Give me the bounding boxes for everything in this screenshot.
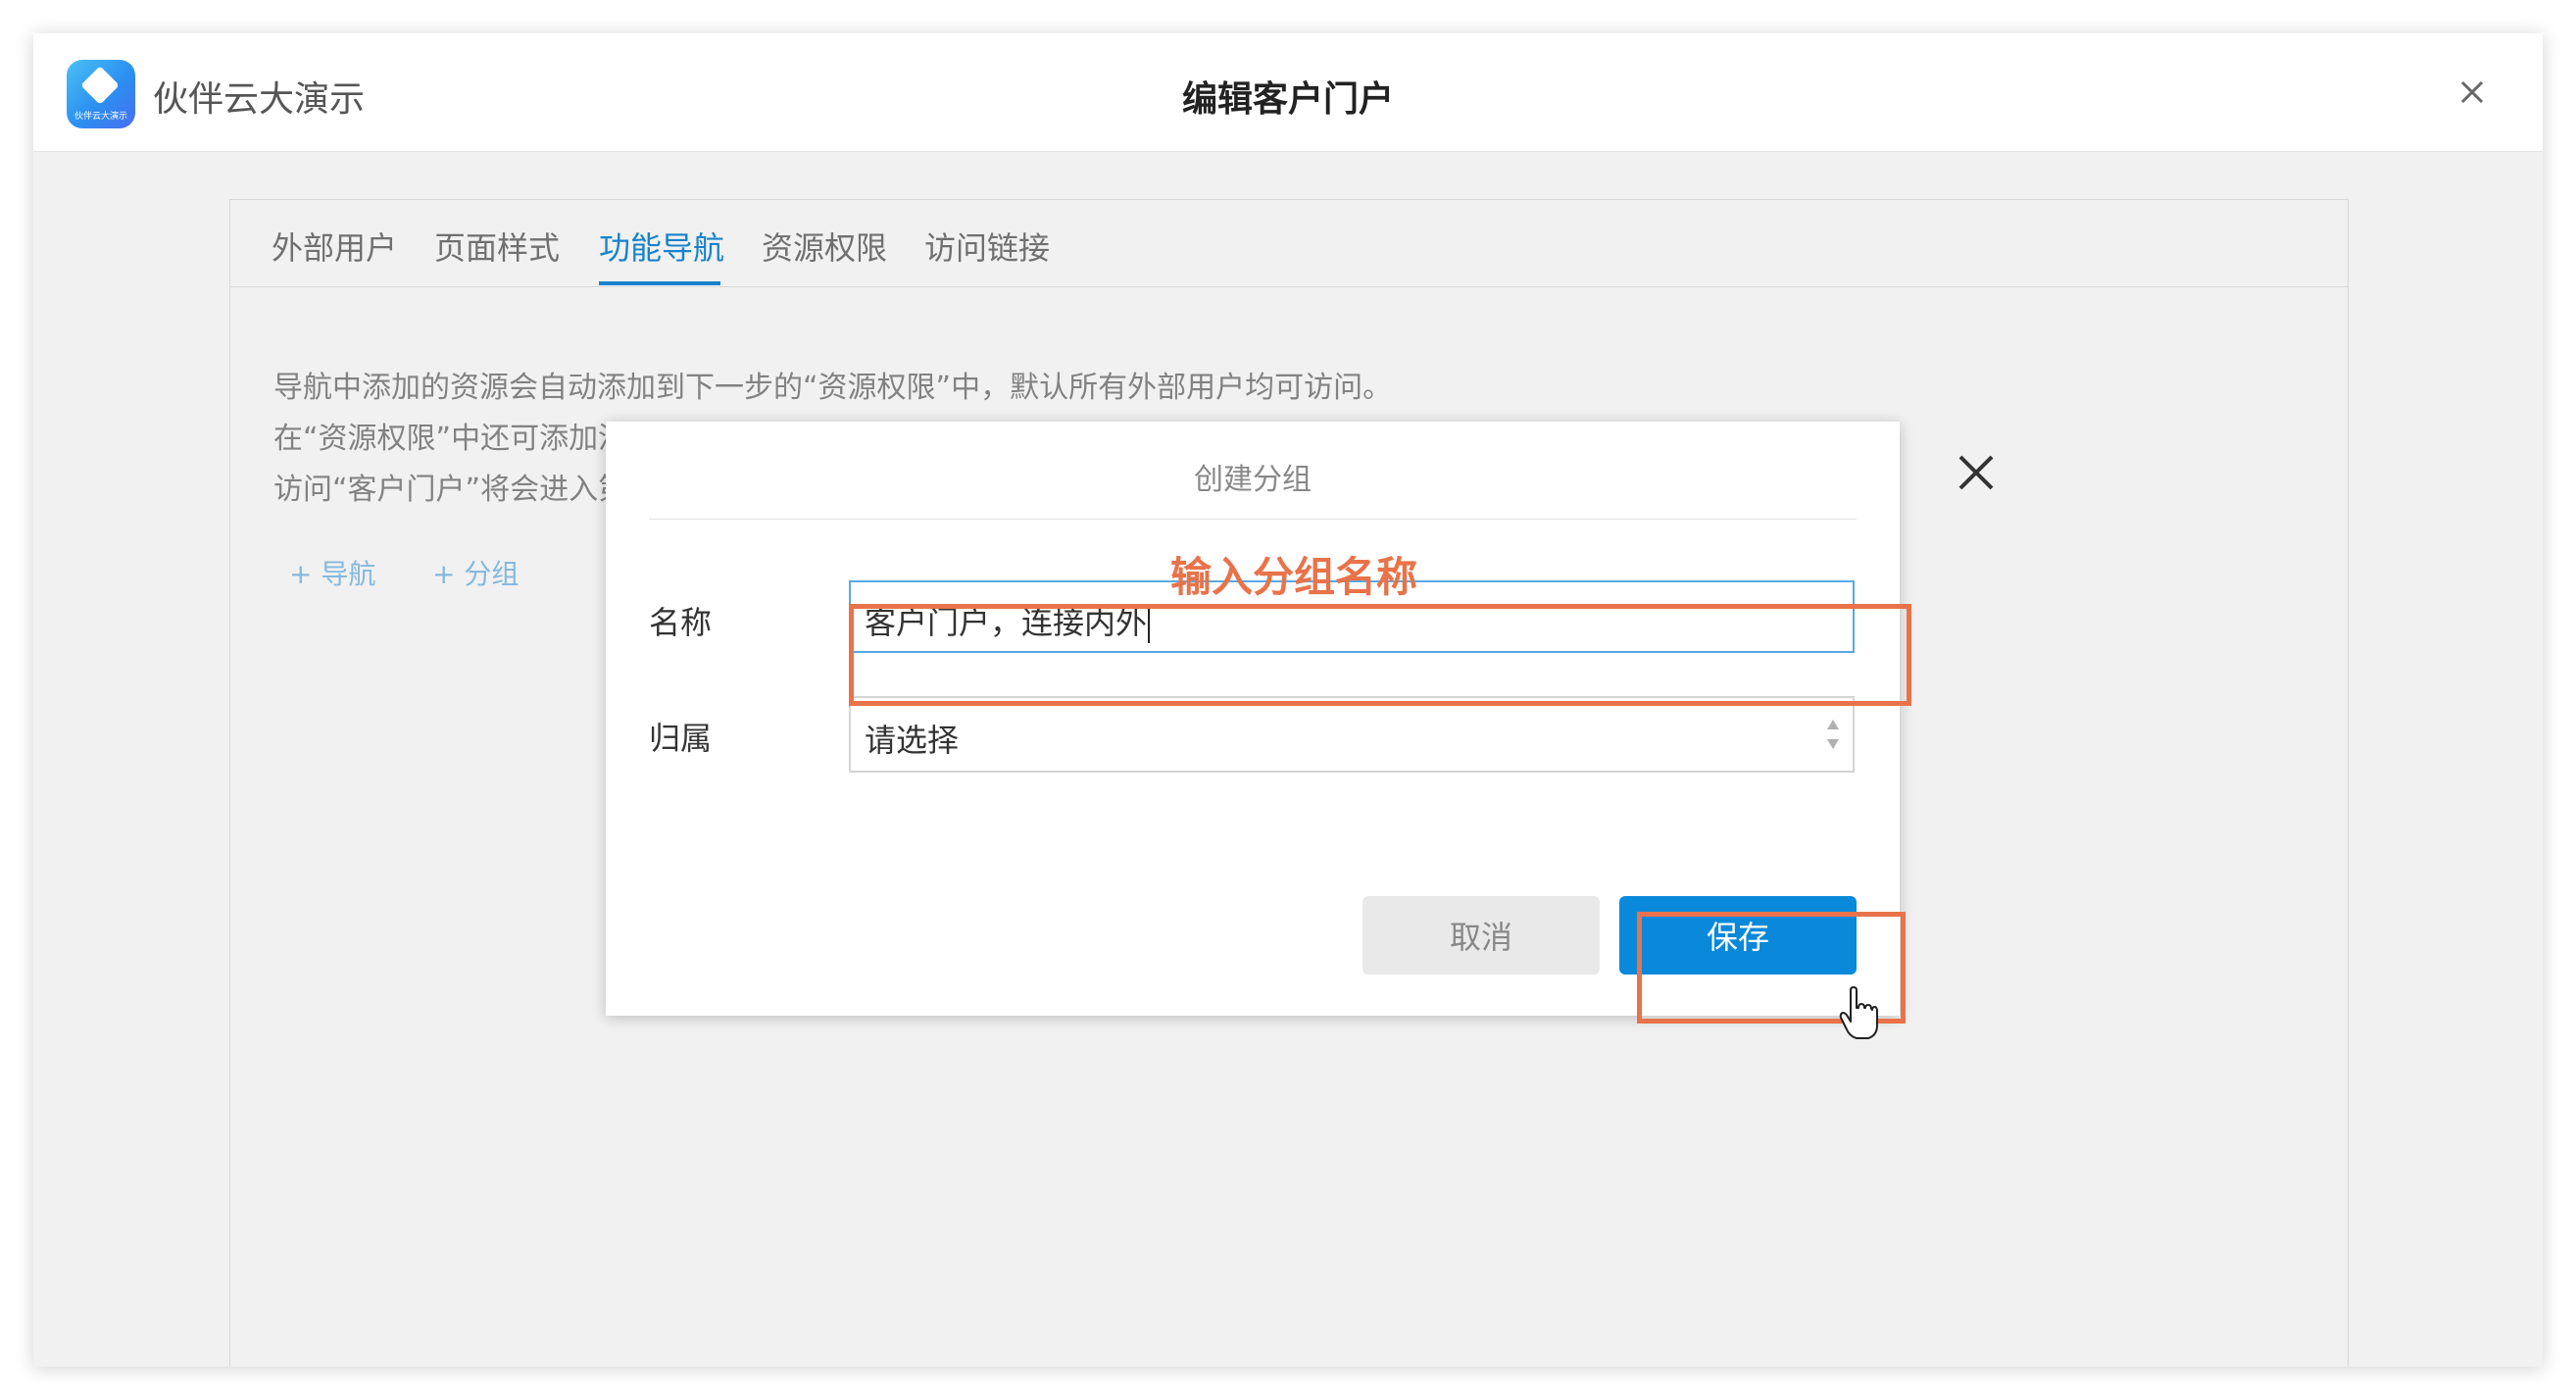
belong-select[interactable]: 请选择	[849, 696, 1855, 773]
close-icon[interactable]	[2454, 75, 2490, 110]
page-title: 编辑客户门户	[1181, 79, 1394, 120]
dialog-title: 创建分组	[1194, 463, 1312, 497]
belong-label: 归属	[649, 720, 713, 757]
top-bar: 伙伴云大演示 伙伴云大演示 编辑客户门户	[33, 33, 2543, 152]
dialog-divider	[649, 519, 1857, 520]
annotation-input-highlight	[849, 604, 1911, 706]
select-arrows-icon	[1827, 720, 1839, 749]
cancel-button[interactable]: 取消	[1362, 896, 1600, 975]
name-label: 名称	[649, 604, 713, 641]
dialog-close-icon[interactable]	[1957, 453, 1996, 492]
belong-select-value: 请选择	[865, 722, 960, 759]
annotation-label: 输入分组名称	[1170, 553, 1418, 601]
hand-pointer-icon	[1839, 986, 1878, 1039]
